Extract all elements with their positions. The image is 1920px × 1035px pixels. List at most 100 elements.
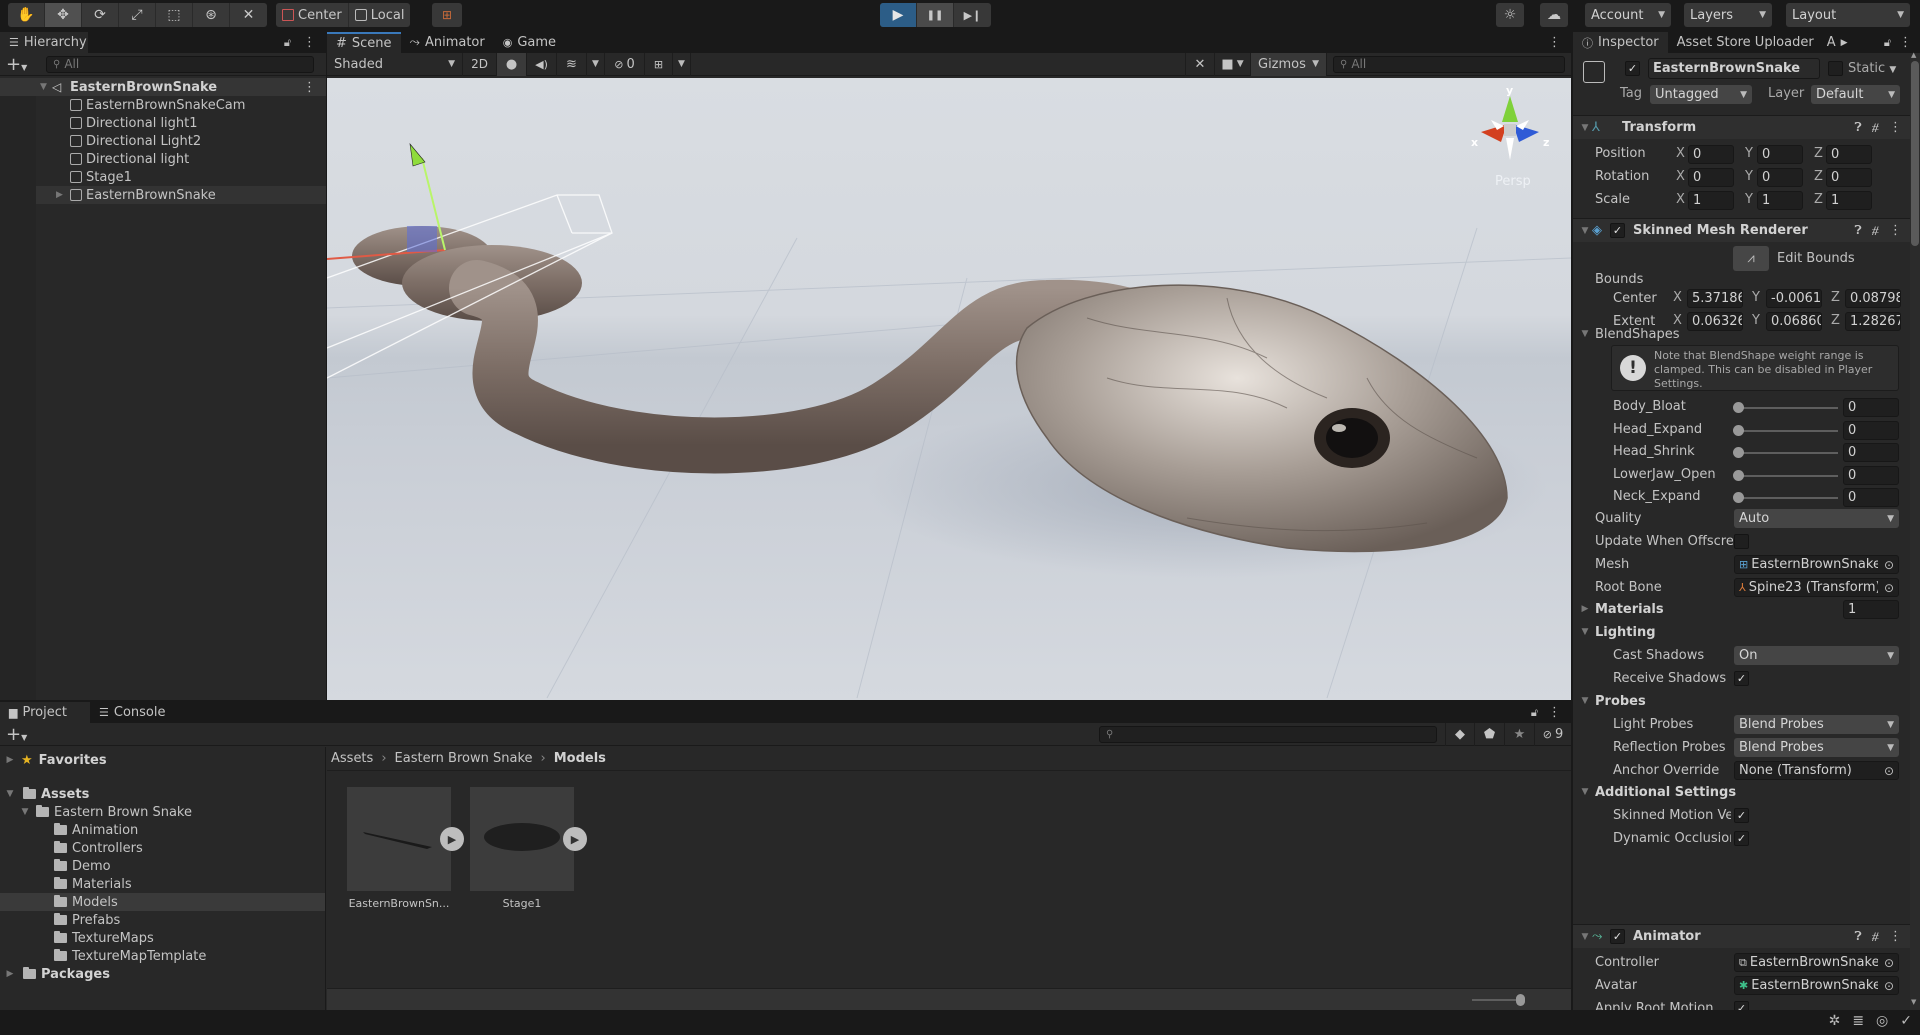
object-picker-icon[interactable]: ⊙ xyxy=(1880,977,1898,994)
step-button[interactable]: ▶❙ xyxy=(954,3,991,27)
status-ok-icon[interactable]: ✓ xyxy=(1900,1013,1912,1029)
blendshape-slider-knob[interactable] xyxy=(1733,492,1744,503)
bounds-center-z-field[interactable]: 0.08798 xyxy=(1845,289,1901,308)
expand-arrow-icon[interactable]: ▶ xyxy=(56,190,70,200)
expand-arrow-icon[interactable]: ▼ xyxy=(40,82,52,92)
component-menu-icon[interactable]: ⋮ xyxy=(1889,929,1902,944)
collapse-arrow-icon[interactable]: ▼ xyxy=(1578,123,1592,133)
add-button[interactable]: +▼ xyxy=(6,54,32,75)
controller-field[interactable]: ⧉ EasternBrownSnake ⊙ xyxy=(1734,953,1899,972)
hierarchy-item[interactable]: Directional light1 xyxy=(0,114,326,132)
vector-y-field[interactable]: 0 xyxy=(1757,168,1803,187)
blendshape-slider-track[interactable] xyxy=(1738,497,1838,499)
root-bone-field[interactable]: ⅄ Spine23 (Transform) ⊙ xyxy=(1734,578,1899,597)
dynamic-occlusion-checkbox[interactable]: ✓ xyxy=(1734,831,1749,846)
vector-y-field[interactable]: 1 xyxy=(1757,191,1803,210)
active-checkbox[interactable]: ✓ xyxy=(1625,61,1640,76)
orientation-gizmo[interactable]: y x z Persp xyxy=(1467,84,1553,194)
scene-lighting-toggle[interactable]: ● xyxy=(497,52,527,76)
blendshape-value-field[interactable]: 0 xyxy=(1843,420,1899,440)
blendshape-slider-knob[interactable] xyxy=(1733,447,1744,458)
blendshape-slider-knob[interactable] xyxy=(1733,402,1744,413)
search-by-type-button[interactable]: ◆ xyxy=(1445,722,1475,746)
cast-shadows-dropdown[interactable]: On ▼ xyxy=(1734,646,1899,665)
asset-preview-play-button[interactable]: ▶ xyxy=(440,827,464,851)
gizmos-dropdown[interactable]: Gizmos ▼ xyxy=(1251,52,1327,76)
blendshape-slider-track[interactable] xyxy=(1738,474,1838,477)
blendshape-value-field[interactable]: 0 xyxy=(1843,443,1899,462)
tab-animator[interactable]: ⤳ Animator xyxy=(400,32,494,53)
camera-dropdown[interactable]: ■ ▼ xyxy=(1215,52,1251,76)
collapse-arrow-icon[interactable]: ▼ xyxy=(1578,696,1592,706)
tab-project[interactable]: ▆ Project xyxy=(0,702,90,723)
hierarchy-item-selected[interactable]: ▶ EasternBrownSnake xyxy=(0,186,326,204)
shading-mode-dropdown[interactable]: Shaded ▼ xyxy=(327,52,463,76)
vector-x-field[interactable]: 0 xyxy=(1688,145,1734,164)
folder-row[interactable]: Controllers xyxy=(0,839,325,857)
quality-dropdown[interactable]: Auto ▼ xyxy=(1734,509,1899,528)
more-options-icon[interactable]: ⋮ xyxy=(303,35,316,50)
lock-icon[interactable]: 🔓︎ xyxy=(284,36,291,50)
rotate-tool-button[interactable]: ⟳ xyxy=(82,3,119,27)
gizmo-plane-handle[interactable] xyxy=(407,226,437,252)
pivot-rotation-toggle[interactable]: Local xyxy=(349,3,411,27)
folder-row-selected[interactable]: Models xyxy=(0,893,325,911)
pivot-mode-toggle[interactable]: Center xyxy=(276,3,349,27)
blendshape-slider-track[interactable] xyxy=(1738,429,1838,432)
update-offscreen-checkbox[interactable] xyxy=(1734,534,1749,549)
debug-bug-icon[interactable]: ✲ xyxy=(1829,1013,1841,1029)
hidden-packages-toggle[interactable]: ⊘ 9 xyxy=(1535,723,1571,746)
hierarchy-item[interactable]: Directional light xyxy=(0,150,326,168)
folder-row[interactable]: TextureMaps xyxy=(0,929,325,947)
breadcrumb-item[interactable]: Eastern Brown Snake xyxy=(395,751,533,766)
collapse-arrow-icon[interactable]: ▼ xyxy=(1578,787,1592,797)
expand-arrow-icon[interactable]: ▼ xyxy=(3,789,17,799)
rect-tool-button[interactable]: ⬚ xyxy=(156,3,193,27)
layer-dropdown[interactable]: Default ▼ xyxy=(1811,85,1900,104)
blendshape-value-field[interactable]: 0 xyxy=(1843,398,1899,417)
collapse-arrow-icon[interactable]: ▶ xyxy=(1578,604,1592,614)
scene-viewport[interactable]: y x z Persp xyxy=(327,78,1571,700)
help-icon[interactable]: ❓︎ xyxy=(1854,223,1861,238)
bounds-extent-y-field[interactable]: 0.06860 xyxy=(1766,312,1822,331)
gizmo-x-cone[interactable] xyxy=(1481,124,1507,142)
move-tool-button[interactable]: ✥ xyxy=(45,3,82,27)
inspector-scrollbar[interactable]: ▲ ▼ xyxy=(1910,51,1920,1010)
cloud-button[interactable]: ☁ xyxy=(1540,3,1568,27)
vector-z-field[interactable]: 0 xyxy=(1826,168,1872,187)
audio-toggle[interactable]: ◀) xyxy=(527,52,557,76)
hierarchy-item[interactable]: Stage1 xyxy=(0,168,326,186)
reflection-probes-dropdown[interactable]: Blend Probes ▼ xyxy=(1734,738,1899,757)
expand-arrow-icon[interactable]: ▼ xyxy=(18,807,32,817)
vector-z-field[interactable]: 0 xyxy=(1826,145,1872,164)
tab-hierarchy[interactable]: ☰ Hierarchy xyxy=(0,32,88,53)
component-enabled-checkbox[interactable]: ✓ xyxy=(1610,223,1625,238)
blendshape-value-field[interactable]: 0 xyxy=(1843,488,1899,507)
hierarchy-item[interactable]: Directional Light2 xyxy=(0,132,326,150)
breadcrumb-item-current[interactable]: Models xyxy=(554,751,606,766)
component-enabled-checkbox[interactable]: ✓ xyxy=(1610,929,1625,944)
grid-snap-button[interactable]: ⊞ xyxy=(432,3,462,27)
object-picker-icon[interactable]: ⊙ xyxy=(1880,762,1898,779)
tab-overflow[interactable]: A ▶ xyxy=(1822,32,1852,53)
tab-game[interactable]: ◉ Game xyxy=(493,32,566,53)
vector-z-field[interactable]: 1 xyxy=(1826,191,1872,210)
custom-tool-button[interactable]: ✕ xyxy=(230,3,267,27)
vector-x-field[interactable]: 1 xyxy=(1688,191,1734,210)
tag-dropdown[interactable]: Untagged ▼ xyxy=(1650,85,1752,104)
pause-button[interactable]: ❚❚ xyxy=(917,3,954,27)
tab-asset-store-uploader[interactable]: Asset Store Uploader xyxy=(1667,32,1823,53)
play-button[interactable]: ▶ xyxy=(880,3,917,27)
breadcrumb-item[interactable]: Assets xyxy=(331,751,373,766)
help-icon[interactable]: ❓︎ xyxy=(1854,929,1861,944)
skinned-mesh-header[interactable]: ▼ ◈ ✓ Skinned Mesh Renderer ❓︎ ⧣ ⋮ xyxy=(1573,218,1910,242)
component-menu-icon[interactable]: ⋮ xyxy=(1889,120,1902,135)
tools-button[interactable]: ✕ xyxy=(1185,52,1215,76)
bounds-extent-x-field[interactable]: 0.06326 xyxy=(1687,312,1743,331)
vector-y-field[interactable]: 0 xyxy=(1757,145,1803,164)
account-dropdown[interactable]: Account ▼ xyxy=(1585,3,1671,27)
package-folder-row[interactable]: ▼ Eastern Brown Snake xyxy=(0,803,325,821)
blendshape-slider-track[interactable] xyxy=(1738,452,1838,454)
more-options-icon[interactable]: ⋮ xyxy=(1548,702,1561,723)
object-picker-icon[interactable]: ⊙ xyxy=(1880,579,1898,596)
